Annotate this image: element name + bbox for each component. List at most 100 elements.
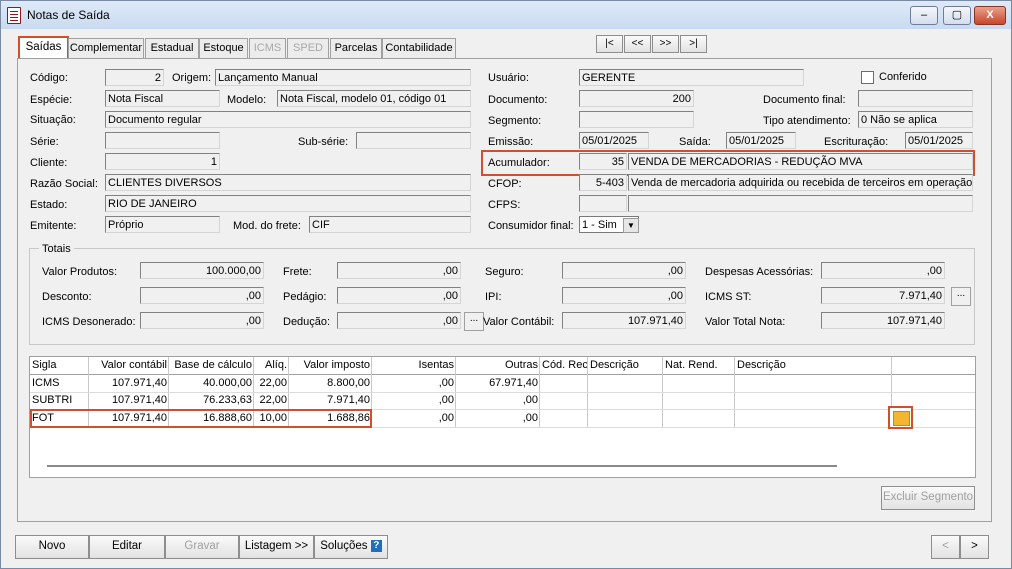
frete-total-label: Frete: <box>283 266 312 278</box>
conferido-checkbox[interactable] <box>861 71 874 84</box>
tipo-atendimento-field[interactable]: 0 Não se aplica <box>858 111 973 128</box>
especie-label: Espécie: <box>30 94 73 106</box>
title-bar: Notas de Saída ‒ ▢ X <box>1 1 1011 29</box>
serie-field[interactable] <box>105 132 220 149</box>
close-icon: X <box>986 9 994 21</box>
modelo-field[interactable]: Nota Fiscal, modelo 01, código 01 <box>277 90 471 107</box>
icms-st-ellipsis-button[interactable]: ... <box>951 287 971 306</box>
tab-parcelas[interactable]: Parcelas <box>330 38 382 59</box>
cliente-field[interactable]: 1 <box>105 153 220 170</box>
origem-field[interactable]: Lançamento Manual <box>215 69 471 86</box>
minimize-icon: ‒ <box>920 9 928 21</box>
cell-valor-contabil: 107.971,40 <box>111 394 167 406</box>
editar-button[interactable]: Editar <box>89 535 165 559</box>
usuario-field[interactable]: GERENTE <box>579 69 804 86</box>
escrituracao-label: Escrituração: <box>824 136 889 148</box>
razao-social-field[interactable]: CLIENTES DIVERSOS <box>105 174 471 191</box>
documento-final-field[interactable] <box>858 90 973 107</box>
cell-valor-imposto: 8.800,00 <box>327 377 370 389</box>
deducao-field[interactable]: ,00 <box>337 312 461 329</box>
frete-total-field[interactable]: ,00 <box>337 262 461 279</box>
deducao-ellipsis-button[interactable]: ... <box>464 312 484 331</box>
col-descricao[interactable]: Descrição <box>588 357 663 374</box>
documento-field[interactable]: 200 <box>579 90 694 107</box>
col-valor-contabil[interactable]: Valor contábil <box>89 357 169 374</box>
emitente-field[interactable]: Próprio <box>105 216 220 233</box>
tab-icms[interactable]: ICMS <box>249 38 286 59</box>
valor-total-label: Valor Total Nota: <box>705 316 786 328</box>
seguro-field[interactable]: ,00 <box>562 262 686 279</box>
next-button[interactable]: > <box>960 535 989 559</box>
gravar-button[interactable]: Gravar <box>165 535 239 559</box>
nav-prev-button[interactable]: << <box>624 35 651 53</box>
valor-produtos-field[interactable]: 100.000,00 <box>140 262 264 279</box>
cell-isentas: ,00 <box>438 377 454 389</box>
valor-produtos-label: Valor Produtos: <box>42 266 118 278</box>
ipi-field[interactable]: ,00 <box>562 287 686 304</box>
nav-first-button[interactable]: |< <box>596 35 623 53</box>
cfop-code-field[interactable]: 5-403 <box>579 174 627 191</box>
excluir-segmento-button[interactable]: Excluir Segmento <box>881 486 975 510</box>
nav-last-button[interactable]: >| <box>680 35 707 53</box>
situacao-field[interactable]: Documento regular <box>105 111 471 128</box>
close-button[interactable]: X <box>974 6 1006 25</box>
seguro-label: Seguro: <box>485 266 524 278</box>
cell-outras: 67.971,40 <box>489 377 538 389</box>
origem-label: Origem: <box>172 72 212 84</box>
icms-st-field[interactable]: 7.971,40 <box>821 287 945 304</box>
col-cod-rec[interactable]: Cód. Rec. <box>540 357 588 374</box>
col-isentas[interactable]: Isentas <box>372 357 456 374</box>
cfps-code-field[interactable] <box>579 195 627 212</box>
pedagio-field[interactable]: ,00 <box>337 287 461 304</box>
tab-estoque[interactable]: Estoque <box>199 38 248 59</box>
calculator-button[interactable] <box>888 406 913 429</box>
estado-field[interactable]: RIO DE JANEIRO <box>105 195 471 212</box>
horizontal-scrollbar[interactable] <box>47 465 837 467</box>
table-row[interactable]: ICMS 107.971,40 40.000,00 22,00 8.800,00… <box>30 375 975 392</box>
despesas-field[interactable]: ,00 <box>821 262 945 279</box>
tab-estadual[interactable]: Estadual <box>145 38 199 59</box>
minimize-button[interactable]: ‒ <box>910 6 938 25</box>
segmento-field[interactable] <box>579 111 694 128</box>
emissao-field[interactable]: 05/01/2025 <box>579 132 649 149</box>
desconto-field[interactable]: ,00 <box>140 287 264 304</box>
subserie-field[interactable] <box>356 132 471 149</box>
acumulador-desc-field[interactable]: VENDA DE MERCADORIAS - REDUÇÃO MVA <box>628 153 973 170</box>
col-descricao-2[interactable]: Descrição <box>735 357 891 374</box>
col-base-calculo[interactable]: Base de cálculo <box>169 357 254 374</box>
escrituracao-field[interactable]: 05/01/2025 <box>905 132 973 149</box>
tab-complementar[interactable]: Complementar <box>68 38 144 59</box>
tab-contabilidade[interactable]: Contabilidade <box>382 38 456 59</box>
saida-field[interactable]: 05/01/2025 <box>726 132 796 149</box>
estado-label: Estado: <box>30 199 68 211</box>
col-sigla[interactable]: Sigla <box>30 357 89 374</box>
especie-field[interactable]: Nota Fiscal <box>105 90 220 107</box>
prev-button[interactable]: < <box>931 535 960 559</box>
calculator-icon <box>893 411 910 426</box>
cell-sigla: SUBTRI <box>32 394 73 406</box>
consumidor-final-value: 1 - Sim <box>582 219 617 231</box>
col-outras[interactable]: Outras <box>456 357 540 374</box>
table-row[interactable]: SUBTRI 107.971,40 76.233,63 22,00 7.971,… <box>30 392 975 409</box>
icms-desonerado-field[interactable]: ,00 <box>140 312 264 329</box>
solucoes-button[interactable]: Soluções ? <box>314 535 388 559</box>
listagem-button[interactable]: Listagem >> <box>239 535 314 559</box>
cfop-label: CFOP: <box>488 178 522 190</box>
documento-label: Documento: <box>488 94 548 106</box>
frete-field[interactable]: CIF <box>309 216 471 233</box>
col-valor-imposto[interactable]: Valor imposto <box>289 357 372 374</box>
cell-isentas: ,00 <box>438 394 454 406</box>
codigo-field[interactable]: 2 <box>105 69 164 86</box>
col-nat-rend[interactable]: Nat. Rend. <box>663 357 735 374</box>
maximize-button[interactable]: ▢ <box>943 6 971 25</box>
novo-button[interactable]: Novo <box>15 535 89 559</box>
tab-sped[interactable]: SPED <box>287 38 329 59</box>
chevron-down-icon[interactable]: ▼ <box>623 218 639 233</box>
nav-next-button[interactable]: >> <box>652 35 679 53</box>
cfop-desc-field[interactable]: Venda de mercadoria adquirida ou recebid… <box>628 174 973 191</box>
valor-contabil-field[interactable]: 107.971,40 <box>562 312 686 329</box>
acumulador-code-field[interactable]: 35 <box>579 153 627 170</box>
cfps-desc-field[interactable] <box>628 195 973 212</box>
valor-total-field[interactable]: 107.971,40 <box>821 312 945 329</box>
col-aliq[interactable]: Alíq. <box>254 357 289 374</box>
